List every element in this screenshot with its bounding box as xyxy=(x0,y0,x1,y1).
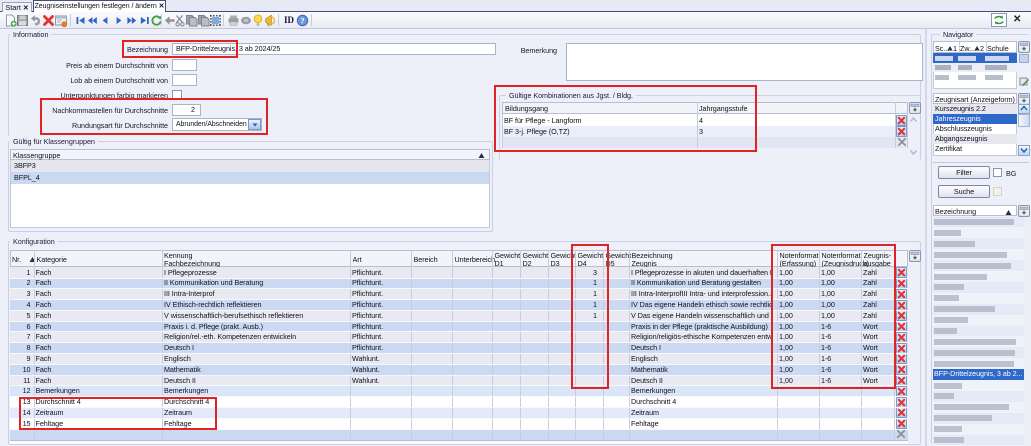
svg-text:?: ? xyxy=(300,16,304,26)
